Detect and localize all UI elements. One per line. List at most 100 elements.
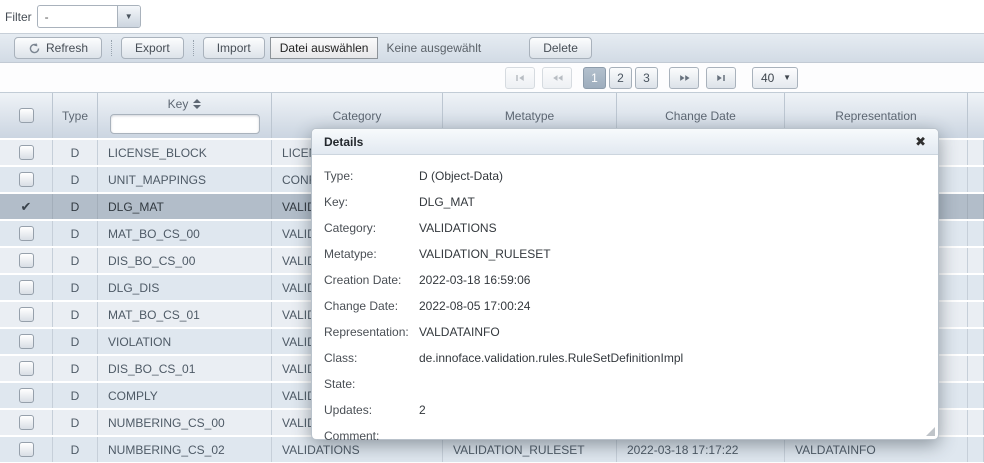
dialog-field-row: Representation: VALDATAINFO [324, 319, 938, 345]
cell-type: D [53, 194, 98, 219]
dialog-field-label: Class: [324, 351, 419, 365]
header-select-all-cell [0, 93, 53, 138]
dialog-field-row: State: [324, 371, 938, 397]
cell-key: LICENSE_BLOCK [98, 140, 272, 165]
cell-type: D [53, 302, 98, 327]
cell-type: D [53, 221, 98, 246]
dialog-field-row: Class: de.innoface.validation.rules.Rule… [324, 345, 938, 371]
cell-type: D [53, 140, 98, 165]
row-checkbox[interactable] [19, 415, 34, 430]
details-dialog: Details ✖ Type: D (Object-Data) Key: DLG… [311, 128, 939, 440]
select-all-checkbox[interactable] [19, 108, 34, 123]
close-icon[interactable]: ✖ [915, 135, 926, 148]
cell-key: DIS_BO_CS_01 [98, 356, 272, 381]
dialog-title: Details [324, 135, 363, 149]
dialog-field-label: Change Date: [324, 299, 419, 313]
page-button-3[interactable]: 3 [635, 67, 658, 89]
next-page-button[interactable] [669, 67, 699, 89]
resize-grip-icon[interactable] [926, 427, 935, 436]
cell-select [0, 356, 53, 381]
cell-select [0, 248, 53, 273]
sort-icon [193, 99, 201, 109]
cell-filler [968, 410, 984, 435]
refresh-button[interactable]: Refresh [14, 37, 102, 59]
row-checkbox[interactable] [19, 334, 34, 349]
dialog-field-label: Category: [324, 221, 419, 235]
cell-select [0, 167, 53, 192]
row-checkbox[interactable] [19, 280, 34, 295]
header-representation-label: Representation [835, 109, 916, 123]
dialog-field-value: 2022-08-05 17:00:24 [419, 299, 530, 313]
dialog-field-row: Updates: 2 [324, 397, 938, 423]
delete-button[interactable]: Delete [529, 37, 592, 59]
row-checkbox[interactable] [19, 442, 34, 457]
row-checkbox[interactable] [19, 253, 34, 268]
dialog-field-value: VALIDATIONS [419, 221, 497, 235]
cell-type: D [53, 437, 98, 462]
row-checkbox[interactable] [19, 226, 34, 241]
row-checkmark-icon[interactable]: ✔ [21, 199, 32, 215]
dialog-field-label: Key: [324, 195, 419, 209]
chevron-down-icon: ▼ [783, 73, 791, 82]
header-change-date-label: Change Date [665, 109, 736, 123]
toolbar-separator [111, 40, 112, 56]
header-key-label: Key [168, 97, 189, 111]
cell-select [0, 437, 53, 462]
key-filter-input[interactable] [110, 114, 260, 134]
cell-type: D [53, 356, 98, 381]
page-size-select[interactable]: 40 ▼ [752, 67, 798, 89]
cell-type: D [53, 410, 98, 435]
cell-filler [968, 302, 984, 327]
filter-label: Filter [5, 10, 32, 24]
refresh-label: Refresh [46, 41, 88, 55]
file-choose-button[interactable]: Datei auswählen [270, 37, 379, 59]
filter-dropdown[interactable]: - ▼ [37, 5, 141, 28]
cell-filler [968, 221, 984, 246]
header-metatype-label: Metatype [505, 109, 554, 123]
refresh-icon [28, 42, 41, 55]
first-page-button [505, 67, 535, 89]
cell-select [0, 221, 53, 246]
page-button-2[interactable]: 2 [609, 67, 632, 89]
export-label: Export [135, 41, 170, 55]
cell-filler [968, 167, 984, 192]
row-checkbox[interactable] [19, 388, 34, 403]
dialog-header[interactable]: Details ✖ [312, 129, 938, 155]
paginator: 123 40 ▼ [0, 63, 984, 92]
key-sort-control[interactable]: Key [168, 97, 202, 111]
cell-type: D [53, 329, 98, 354]
filter-bar: Filter - ▼ [0, 0, 984, 33]
toolbar-separator [193, 40, 194, 56]
cell-key: DIS_BO_CS_00 [98, 248, 272, 273]
header-key: Key [98, 93, 272, 138]
header-category-label: Category [333, 109, 382, 123]
cell-select [0, 275, 53, 300]
cell-select [0, 302, 53, 327]
dialog-field-label: Updates: [324, 403, 419, 417]
dialog-field-value: DLG_MAT [419, 195, 475, 209]
last-page-button[interactable] [706, 67, 736, 89]
dialog-body: Type: D (Object-Data) Key: DLG_MAT Categ… [312, 155, 938, 449]
dialog-field-row: Type: D (Object-Data) [324, 163, 938, 189]
page-button-1[interactable]: 1 [583, 67, 606, 89]
file-status-text: Keine ausgewählt [386, 41, 481, 55]
row-checkbox[interactable] [19, 307, 34, 322]
row-checkbox[interactable] [19, 145, 34, 160]
cell-type: D [53, 275, 98, 300]
page-size-value: 40 [761, 71, 774, 85]
row-checkbox[interactable] [19, 361, 34, 376]
row-checkbox[interactable] [19, 172, 34, 187]
export-button[interactable]: Export [121, 37, 184, 59]
cell-key: DLG_MAT [98, 194, 272, 219]
cell-type: D [53, 383, 98, 408]
prev-page-button [542, 67, 572, 89]
cell-filler [968, 383, 984, 408]
import-button[interactable]: Import [203, 37, 265, 59]
cell-select [0, 410, 53, 435]
dialog-field-label: Comment: [324, 429, 419, 443]
cell-select [0, 140, 53, 165]
dialog-field-label: Type: [324, 169, 419, 183]
cell-key: UNIT_MAPPINGS [98, 167, 272, 192]
chevron-down-icon[interactable]: ▼ [117, 6, 140, 27]
dialog-field-label: State: [324, 377, 419, 391]
